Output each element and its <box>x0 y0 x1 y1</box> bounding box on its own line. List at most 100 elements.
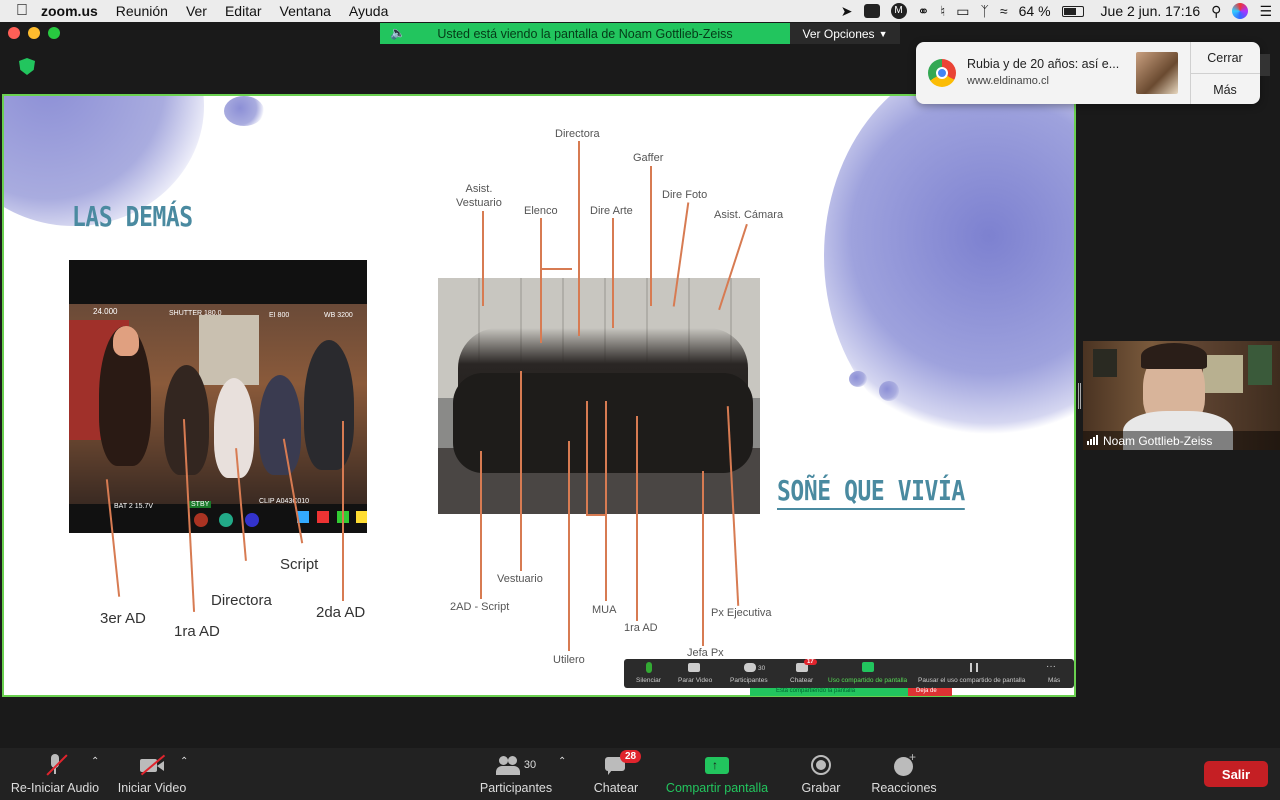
label-line <box>702 471 704 646</box>
camera-stby: STBY <box>189 501 212 508</box>
audio-options-chevron-icon[interactable]: ⌃ <box>91 756 99 767</box>
maximize-window-button[interactable] <box>48 27 60 39</box>
bluetooth-icon[interactable]: ᛉ <box>981 3 989 19</box>
label-asist-vestuario: Asist. Vestuario <box>456 183 502 209</box>
mini-label: Uso compartido de pantalla <box>828 677 908 684</box>
participants-count: 30 <box>523 758 537 771</box>
chat-label: Chatear <box>593 780 639 795</box>
chat-unread-badge: 28 <box>620 750 642 763</box>
shared-screen-slide: LAS DEMÁS SOÑÉ QUE VIVÍA 24.000 SHUTTER … <box>2 94 1076 697</box>
close-window-button[interactable] <box>8 27 20 39</box>
slide-title-right: SOÑÉ QUE VIVÍA <box>777 474 965 510</box>
camera-bat: BAT 2 15.7V <box>114 503 154 510</box>
camera-icon <box>688 663 700 672</box>
label-jefa-px: Jefa Px <box>687 647 724 659</box>
menu-app-name[interactable]: zoom.us <box>37 3 107 19</box>
mini-label: Más <box>1048 677 1061 684</box>
mini-stop-text: Deja de <box>908 688 952 696</box>
battery-percent[interactable]: 64 % <box>1019 3 1051 19</box>
spotlight-icon[interactable]: ⚲ <box>1211 3 1221 20</box>
label-line <box>605 401 607 601</box>
label-vestuario: Vestuario <box>497 573 543 585</box>
mini-label: Participantes <box>730 677 768 684</box>
chrome-notification[interactable]: Rubia y de 20 años: así e... www.eldinam… <box>916 42 1260 104</box>
airplay-icon[interactable]: ▭ <box>956 3 969 20</box>
apple-icon[interactable]:  <box>0 2 37 20</box>
camera-wb: WB 3200 <box>324 312 353 319</box>
audio-button[interactable]: Re-Iniciar Audio <box>10 748 100 800</box>
reactions-button[interactable]: + Reacciones <box>866 748 942 800</box>
more-icon: ··· <box>1046 661 1056 672</box>
label-asist-camara: Asist. Cámara <box>714 209 784 221</box>
menu-reunion[interactable]: Reunión <box>107 3 177 19</box>
label-line <box>586 514 606 516</box>
view-options-label: Ver Opciones <box>802 26 875 41</box>
camera-ei: EI 800 <box>269 312 290 319</box>
zoom-status-icon[interactable] <box>863 4 880 18</box>
presenter-toolbar-screenshot: 30 17 ··· Silenciar Parar Video Particip… <box>624 659 1074 688</box>
chevron-down-icon: ▼ <box>878 28 888 39</box>
menu-bar:  zoom.us Reunión Ver Editar Ventana Ayu… <box>0 0 1280 22</box>
control-center-icon[interactable]: ☰ <box>1259 3 1272 20</box>
camera-shutter: SHUTTER 180.0 <box>169 310 222 317</box>
location-icon[interactable]: ➤ <box>841 3 853 20</box>
label-line <box>482 211 484 306</box>
label-line <box>342 421 344 601</box>
share-icon <box>862 662 874 672</box>
label-3er-ad: 3er AD <box>100 610 146 627</box>
menu-editar[interactable]: Editar <box>216 3 271 19</box>
pause-icon <box>970 663 978 672</box>
clock[interactable]: Jue 2 jun. 17:16 <box>1101 3 1201 19</box>
chrome-icon <box>928 59 956 87</box>
minimize-window-button[interactable] <box>28 27 40 39</box>
label-line <box>578 141 580 336</box>
leave-button[interactable]: Salir <box>1204 761 1268 787</box>
participants-chevron-icon[interactable]: ⌃ <box>558 756 566 767</box>
reactions-icon: + <box>892 750 916 776</box>
label-2da-ad: 2da AD <box>316 604 366 621</box>
label-1ra-ad-right: 1ra AD <box>624 622 658 634</box>
meeting-toolbar: Re-Iniciar Audio ⌃ Iniciar Video ⌃ 30 Pa… <box>0 748 1280 800</box>
resize-handle[interactable] <box>1078 383 1081 409</box>
menu-ventana[interactable]: Ventana <box>271 3 340 19</box>
wifi-icon[interactable]: ≈ <box>1000 3 1008 19</box>
record-button[interactable]: Grabar <box>796 748 846 800</box>
label-line <box>542 268 572 270</box>
mini-share-status: Está compartiendo la pantalla Deja de <box>750 688 952 696</box>
camera-clip: CLIP A043C010 <box>259 498 310 505</box>
share-screen-button[interactable]: ↑ Compartir pantalla <box>662 748 772 800</box>
mini-label: Parar Video <box>678 677 713 684</box>
participants-label: Participantes <box>479 780 553 795</box>
m-app-icon[interactable]: M <box>890 3 907 19</box>
self-video-tile[interactable]: Noam Gottlieb-Zeiss <box>1083 341 1280 450</box>
view-options-button[interactable]: Ver Opciones ▼ <box>790 23 900 44</box>
speaker-icon: 🔈 <box>390 26 406 40</box>
signal-icon <box>1087 435 1098 445</box>
record-icon <box>809 754 833 776</box>
microphone-muted-icon <box>43 753 68 776</box>
siri-icon[interactable] <box>1232 3 1249 19</box>
notification-close-button[interactable]: Cerrar <box>1190 51 1260 65</box>
video-button[interactable]: Iniciar Video <box>114 748 190 800</box>
watercolor-dot <box>849 371 867 387</box>
menu-ver[interactable]: Ver <box>177 3 216 19</box>
label-line <box>540 218 542 343</box>
self-view-name: Noam Gottlieb-Zeiss <box>1103 434 1213 448</box>
label-2ad-script: 2AD - Script <box>450 601 510 613</box>
creative-cloud-icon[interactable]: ⚭ <box>918 3 930 20</box>
label-dire-arte: Dire Arte <box>590 205 633 217</box>
menu-ayuda[interactable]: Ayuda <box>340 3 397 19</box>
notification-more-button[interactable]: Más <box>1190 83 1260 97</box>
label-mua: MUA <box>592 604 617 616</box>
share-banner-text: Usted está viendo la pantalla de Noam Go… <box>437 26 733 41</box>
record-label: Grabar <box>801 780 841 795</box>
video-options-chevron-icon[interactable]: ⌃ <box>180 756 188 767</box>
label-line <box>568 441 570 651</box>
left-crew-photo: 24.000 SHUTTER 180.0 EI 800 WB 3200 BAT … <box>69 260 367 533</box>
accessibility-icon[interactable]: ♮ <box>940 3 945 20</box>
watercolor-blob-large <box>824 96 1074 456</box>
battery-icon[interactable] <box>1061 5 1084 17</box>
participants-icon <box>744 663 756 672</box>
label-directora-left: Directora <box>211 592 272 609</box>
participants-button[interactable]: 30 Participantes <box>476 748 556 800</box>
